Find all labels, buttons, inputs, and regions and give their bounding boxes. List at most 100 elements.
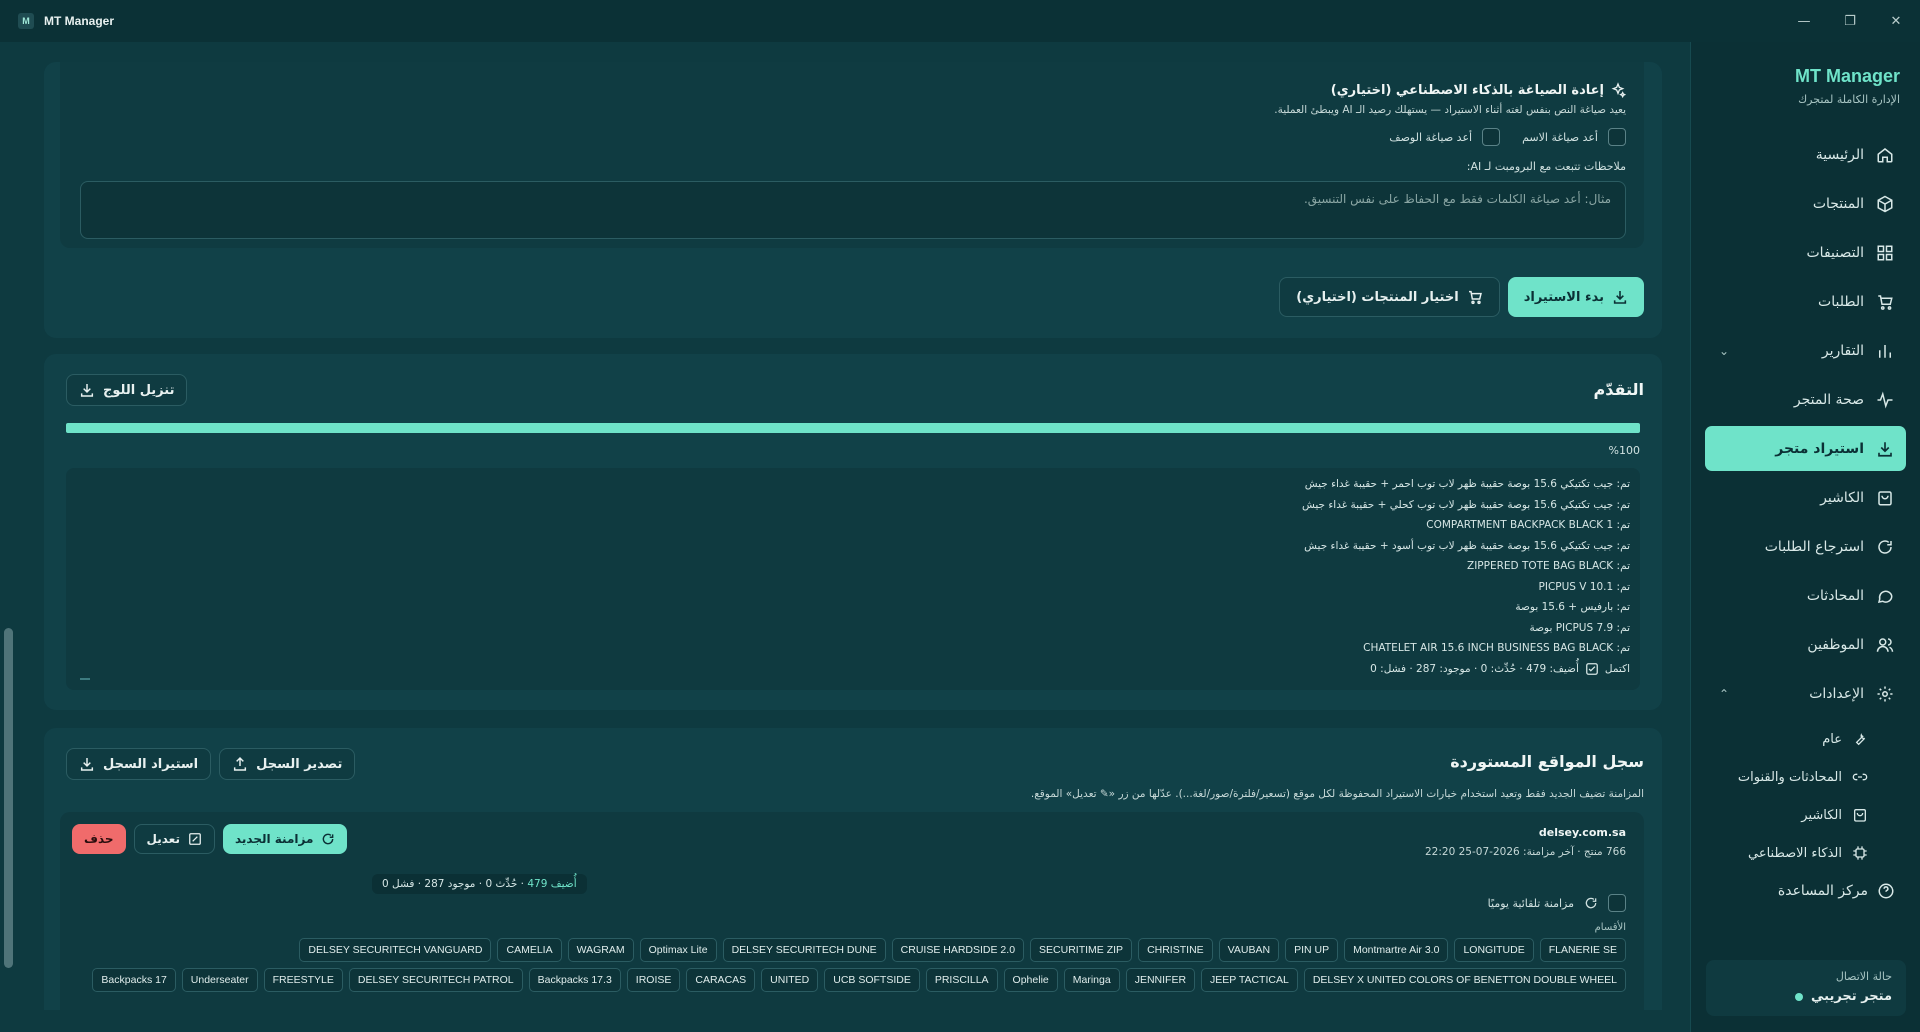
sidebar-item-settings[interactable]: الإعدادات ⌃ xyxy=(1705,671,1906,716)
settings-sub-general[interactable]: عام xyxy=(1705,720,1906,758)
start-import-button[interactable]: بدء الاستيراد xyxy=(1507,277,1644,317)
sidebar-item-label: المنتجات xyxy=(1812,195,1864,212)
bag-icon xyxy=(1874,487,1896,509)
refresh-icon xyxy=(1874,536,1896,558)
progress-title: التقدّم xyxy=(1593,380,1644,399)
sidebar-item-reports[interactable]: التقارير ⌄ xyxy=(1705,328,1906,373)
restore-icon[interactable]: ❐ xyxy=(1840,14,1860,29)
site-entry: delsey.com.sa 766 منتج · آخر مزامنة: 202… xyxy=(60,812,1644,1010)
ai-rewrite-title: إعادة الصياغة بالذكاء الاصطناعي (اختياري… xyxy=(78,82,1626,98)
grid-icon xyxy=(1874,242,1896,264)
rewrite-name-checkbox[interactable] xyxy=(1608,128,1626,146)
choose-products-button[interactable]: اختيار المنتجات (اختياري) xyxy=(1279,277,1500,317)
edit-site-button[interactable]: تعديل xyxy=(133,824,215,854)
category-tag: LONGITUDE xyxy=(1454,938,1534,962)
progress-percent: %100 xyxy=(1608,444,1640,457)
download-log-button[interactable]: تنزيل اللوج xyxy=(66,374,188,406)
export-history-button[interactable]: تصدير السجل xyxy=(219,748,356,780)
window-controls: — ❐ ✕ xyxy=(1794,0,1906,42)
sidebar-item-label: استيراد متجر xyxy=(1775,440,1864,457)
category-tags: FLANERIE SE LONGITUDE Montmartre Air 3.0… xyxy=(66,938,1626,992)
help-icon xyxy=(1876,881,1896,901)
ai-rewrite-desc: يعيد صياغة النص بنفس لغته أثناء الاستيرا… xyxy=(1274,104,1626,116)
sidebar-item-store-import[interactable]: استيراد متجر xyxy=(1705,426,1906,471)
sidebar-item-label: التصنيفات xyxy=(1806,244,1865,261)
settings-sub-ai[interactable]: الذكاء الاصطناعي xyxy=(1705,834,1906,872)
settings-sub-label: المحادثات والقنوات xyxy=(1737,769,1842,785)
log-scroll-indicator xyxy=(80,678,90,680)
sync-new-label: مزامنة الجديد xyxy=(234,832,314,846)
connection-value: متجر تجريبي xyxy=(1720,989,1892,1004)
log-line: تم: CHATELET AIR 15.6 INCH BUSINESS BAG … xyxy=(1363,642,1630,654)
connection-status: حالة الاتصال متجر تجريبي xyxy=(1706,960,1906,1016)
check-icon xyxy=(1585,662,1599,676)
log-line: تم: جيب تكتيكي 15.6 بوصة حقيبة ظهر لاب ت… xyxy=(1301,498,1630,511)
box-icon xyxy=(1874,193,1896,215)
sidebar-item-label: مركز المساعدة xyxy=(1777,883,1868,899)
category-tag: Underseater xyxy=(181,968,258,992)
sidebar-item-home[interactable]: الرئيسية xyxy=(1705,132,1906,177)
sidebar-item-products[interactable]: المنتجات xyxy=(1705,181,1906,226)
auto-sync-option[interactable]: مزامنة تلقائية يوميًا xyxy=(1488,894,1626,912)
brand: MT Manager الإدارة الكاملة لمتجرك xyxy=(1705,66,1906,106)
sidebar-item-returns[interactable]: استرجاع الطلبات xyxy=(1705,524,1906,569)
cart-icon xyxy=(1874,291,1896,313)
settings-sub-label: عام xyxy=(1822,731,1842,747)
sidebar-item-label: المحادثات xyxy=(1806,587,1864,604)
sidebar-item-store-health[interactable]: صحة المتجر xyxy=(1705,377,1906,422)
import-log: تم: جيب تكتيكي 15.6 بوصة حقيبة ظهر لاب ت… xyxy=(66,468,1640,690)
sidebar-item-orders[interactable]: الطلبات xyxy=(1705,279,1906,324)
log-done-line: اكتمل أُضيف: 479 · حُدِّث: 0 · موجود: 28… xyxy=(76,659,1630,680)
done-label: اكتمل xyxy=(1604,662,1630,675)
auto-sync-checkbox[interactable] xyxy=(1608,894,1626,912)
progress-bar xyxy=(66,423,1640,433)
import-actions: بدء الاستيراد اختيار المنتجات (اختياري) xyxy=(1279,277,1644,317)
chip-icon xyxy=(1850,843,1870,863)
settings-sub-channels[interactable]: المحادثات والقنوات xyxy=(1705,758,1906,796)
pulse-icon xyxy=(1874,389,1896,411)
history-actions: استيراد السجل تصدير السجل xyxy=(66,748,356,780)
link-icon xyxy=(1850,767,1870,787)
settings-sub-cashier[interactable]: الكاشير xyxy=(1705,796,1906,834)
category-tag: PIN UP xyxy=(1285,938,1339,962)
category-tag: FLANERIE SE xyxy=(1539,938,1626,962)
sync-new-button[interactable]: مزامنة الجديد xyxy=(222,824,348,854)
connection-store-name: متجر تجريبي xyxy=(1810,989,1892,1004)
category-tag: PRISCILLA xyxy=(925,968,998,992)
log-line: تم: PICPUS 7.9 بوصة xyxy=(1529,621,1630,634)
import-history-button[interactable]: استيراد السجل xyxy=(66,748,212,780)
sidebar-item-help[interactable]: مركز المساعدة xyxy=(1705,872,1906,910)
sidebar-item-cashier[interactable]: الكاشير xyxy=(1705,475,1906,520)
sidebar-item-categories[interactable]: التصنيفات xyxy=(1705,230,1906,275)
close-icon[interactable]: ✕ xyxy=(1886,14,1906,29)
log-line: تم: جيب تكتيكي 15.6 بوصة حقيبة ظهر لاب ت… xyxy=(1304,478,1630,490)
category-tag: DELSEY X UNITED COLORS OF BENETTON DOUBL… xyxy=(1303,968,1626,992)
chevron-down-icon[interactable]: ⌄ xyxy=(1719,344,1729,358)
progress-card: التقدّم تنزيل اللوج %100 تم: جيب تكتيكي … xyxy=(44,354,1662,710)
sidebar-item-employees[interactable]: الموظفين xyxy=(1705,622,1906,667)
log-line: تم: جيب تكتيكي 15.6 بوصة حقيبة ظهر لاب ت… xyxy=(1304,539,1630,552)
sidebar-item-label: الموظفين xyxy=(1807,636,1864,653)
categories-label: الأقسام xyxy=(1594,922,1626,933)
ai-notes-input[interactable]: مثال: أعد صياغة الكلمات فقط مع الحفاظ عل… xyxy=(80,181,1626,239)
stat-rest: · حُدِّث 0 · موجود 287 · فشل 0 xyxy=(382,878,528,890)
stat-added: أُضيف 479 xyxy=(527,878,577,890)
start-import-label: بدء الاستيراد xyxy=(1523,289,1604,305)
minimize-icon[interactable]: — xyxy=(1794,14,1814,29)
rewrite-desc-checkbox[interactable] xyxy=(1482,128,1501,146)
chevron-up-icon[interactable]: ⌃ xyxy=(1719,687,1729,701)
category-tag: FREESTYLE xyxy=(263,968,343,992)
main-scrollbar[interactable] xyxy=(4,628,13,968)
auto-sync-label: مزامنة تلقائية يوميًا xyxy=(1487,896,1574,910)
rewrite-name-option[interactable]: أعد صياغة الاسم xyxy=(1522,128,1626,146)
sidebar-item-chats[interactable]: المحادثات xyxy=(1705,573,1906,618)
rewrite-desc-label: أعد صياغة الوصف xyxy=(1389,130,1473,144)
history-title: سجل المواقع المستوردة xyxy=(1450,752,1644,771)
category-tag: CARACAS xyxy=(686,968,756,992)
category-tag: Backpacks 17.3 xyxy=(528,968,621,992)
import-options-card: إعادة الصياغة بالذكاء الاصطناعي (اختياري… xyxy=(44,62,1662,338)
sidebar-item-label: الطلبات xyxy=(1818,293,1864,310)
delete-site-button[interactable]: حذف xyxy=(72,824,126,854)
sidebar-item-label: الكاشير xyxy=(1820,489,1864,506)
rewrite-desc-option[interactable]: أعد صياغة الوصف xyxy=(1389,128,1501,146)
